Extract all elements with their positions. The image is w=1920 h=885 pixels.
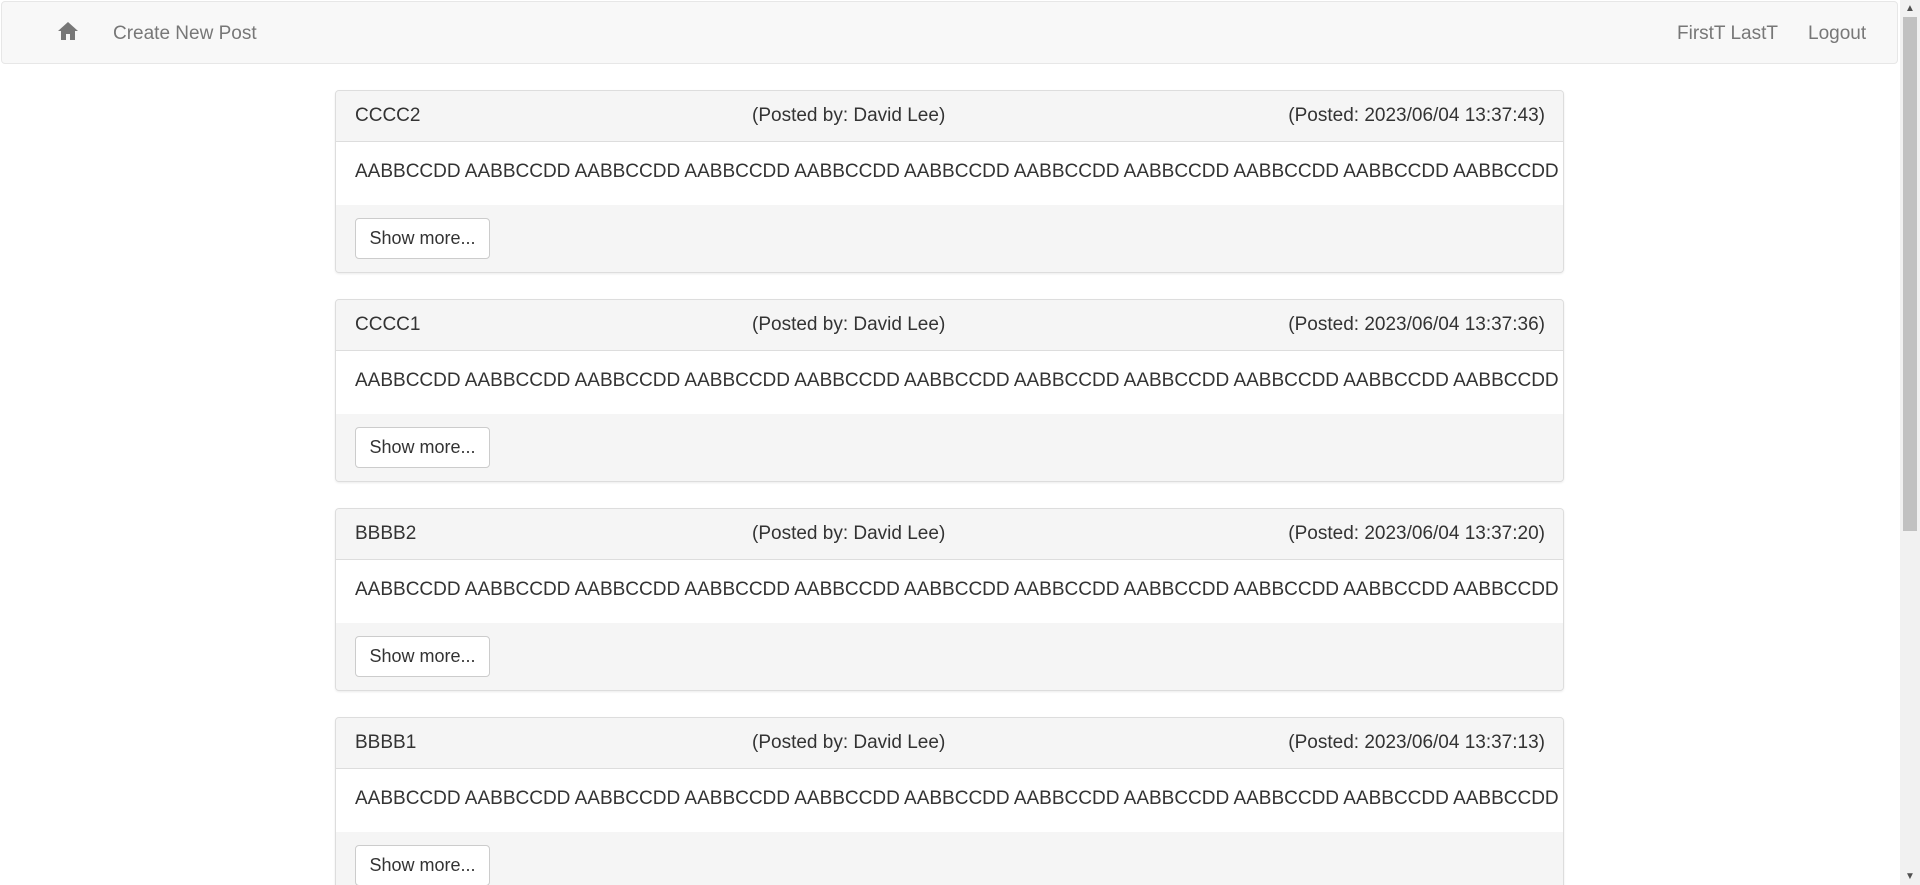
post-footer: Show more... [336,623,1563,690]
post-list: CCCC2 (Posted by: David Lee) (Posted: 20… [335,90,1564,885]
post-body: AABBCCDD AABBCCDD AABBCCDD AABBCCDD AABB… [336,769,1563,832]
page: Create New Post FirstT LastT Logout CCCC… [0,0,1900,885]
show-more-button[interactable]: Show more... [355,427,490,468]
post-title: CCCC1 [355,314,421,335]
user-name-link[interactable]: FirstT LastT [1677,2,1778,65]
post-author: (Posted by: David Lee) [752,314,946,335]
post-date: (Posted: 2023/06/04 13:37:20) [1288,523,1545,544]
post-panel: BBBB1 (Posted by: David Lee) (Posted: 20… [335,717,1564,885]
post-author: (Posted by: David Lee) [752,523,946,544]
post-footer: Show more... [336,414,1563,481]
logout-link[interactable]: Logout [1808,2,1866,65]
post-heading: BBBB1 (Posted by: David Lee) (Posted: 20… [336,718,1563,769]
post-author: (Posted by: David Lee) [752,105,946,126]
post-date: (Posted: 2023/06/04 13:37:36) [1288,314,1545,335]
show-more-button[interactable]: Show more... [355,636,490,677]
home-icon[interactable] [56,19,80,43]
scroll-down-arrow-icon[interactable]: ▼ [1900,868,1920,885]
post-title: CCCC2 [355,105,421,126]
navbar: Create New Post FirstT LastT Logout [1,1,1898,64]
post-panel: BBBB2 (Posted by: David Lee) (Posted: 20… [335,508,1564,691]
post-body: AABBCCDD AABBCCDD AABBCCDD AABBCCDD AABB… [336,560,1563,623]
vertical-scrollbar[interactable]: ▲ ▼ [1900,0,1920,885]
post-body: AABBCCDD AABBCCDD AABBCCDD AABBCCDD AABB… [336,351,1563,414]
post-author: (Posted by: David Lee) [752,732,946,753]
post-body: AABBCCDD AABBCCDD AABBCCDD AABBCCDD AABB… [336,142,1563,205]
scrollbar-thumb[interactable] [1903,17,1917,531]
post-heading: BBBB2 (Posted by: David Lee) (Posted: 20… [336,509,1563,560]
post-panel: CCCC2 (Posted by: David Lee) (Posted: 20… [335,90,1564,273]
post-date: (Posted: 2023/06/04 13:37:13) [1288,732,1545,753]
create-new-post-link[interactable]: Create New Post [113,2,257,65]
post-footer: Show more... [336,832,1563,885]
post-title: BBBB2 [355,523,417,544]
scroll-up-arrow-icon[interactable]: ▲ [1900,0,1920,17]
post-heading: CCCC1 (Posted by: David Lee) (Posted: 20… [336,300,1563,351]
post-heading: CCCC2 (Posted by: David Lee) (Posted: 20… [336,91,1563,142]
post-panel: CCCC1 (Posted by: David Lee) (Posted: 20… [335,299,1564,482]
post-title: BBBB1 [355,732,417,753]
post-date: (Posted: 2023/06/04 13:37:43) [1288,105,1545,126]
show-more-button[interactable]: Show more... [355,845,490,885]
show-more-button[interactable]: Show more... [355,218,490,259]
post-footer: Show more... [336,205,1563,272]
